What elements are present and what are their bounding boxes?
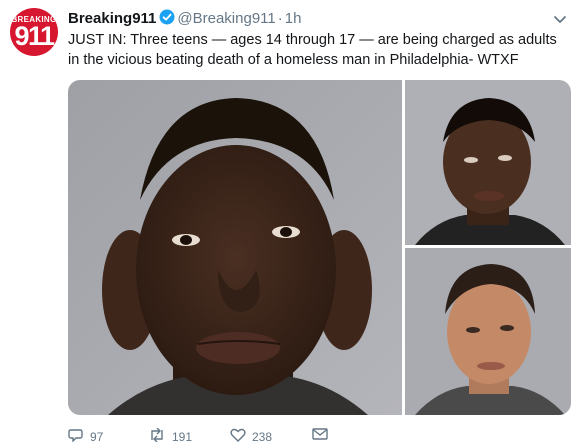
display-name[interactable]: Breaking911 bbox=[68, 10, 156, 27]
like-icon bbox=[230, 428, 252, 445]
verified-badge-icon bbox=[159, 9, 175, 30]
tweet-timestamp[interactable]: 1h bbox=[285, 10, 302, 27]
like-button[interactable]: 238 bbox=[230, 428, 272, 445]
mugshot-photo-bottom-right[interactable] bbox=[405, 248, 571, 415]
tweet-text: JUST IN: Three teens — ages 14 through 1… bbox=[68, 32, 557, 68]
reply-button[interactable]: 97 bbox=[68, 428, 103, 445]
retweet-icon bbox=[148, 427, 172, 445]
like-count: 238 bbox=[252, 429, 273, 444]
user-handle[interactable]: @Breaking911 bbox=[177, 10, 275, 27]
avatar-logo-number: 911 bbox=[14, 21, 55, 51]
avatar[interactable]: BREAKING 911 bbox=[10, 8, 58, 56]
mugshot-photo-top-right[interactable] bbox=[405, 80, 571, 245]
retweet-button[interactable]: 191 bbox=[148, 427, 193, 445]
chevron-down-icon[interactable] bbox=[553, 12, 567, 30]
separator-dot: · bbox=[277, 10, 283, 27]
media-grid bbox=[68, 80, 571, 415]
mugshot-photo-large[interactable] bbox=[68, 80, 402, 415]
reply-count: 97 bbox=[90, 429, 104, 444]
tweet-header: Breaking911 @Breaking911 · 1h bbox=[68, 9, 549, 30]
retweet-count: 191 bbox=[172, 429, 193, 444]
reply-icon bbox=[68, 428, 90, 445]
